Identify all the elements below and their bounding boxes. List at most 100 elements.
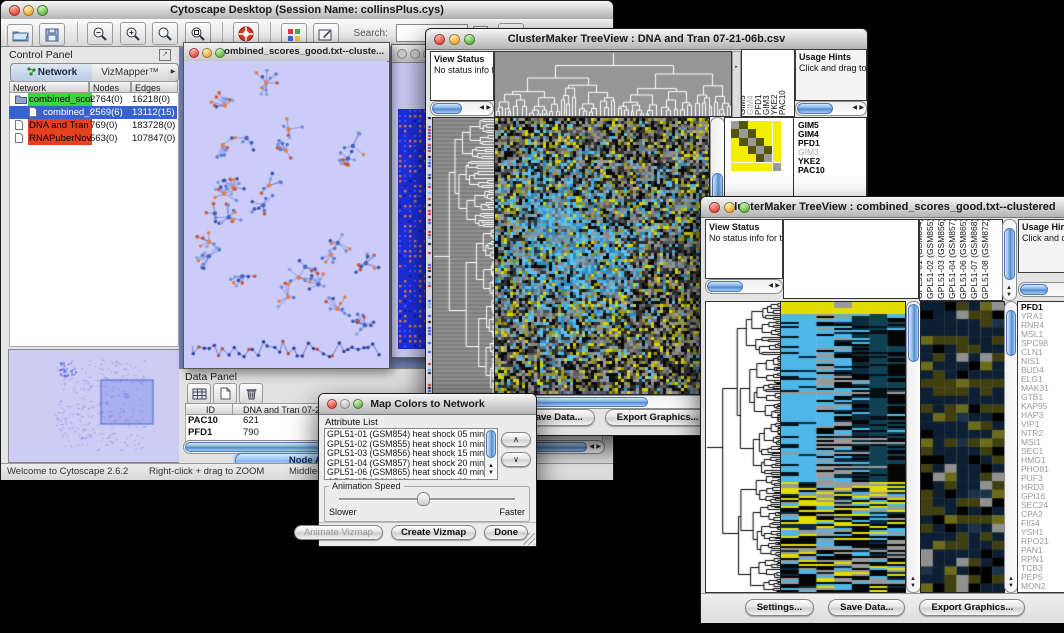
network-row[interactable]: RNAPuberNov2+563(0)107847(0) — [9, 132, 177, 145]
tab-network[interactable]: Network — [10, 63, 94, 82]
dialog-zoom-button[interactable] — [353, 399, 363, 409]
network-frame-main[interactable]: combined_scores_good.txt--cluste... — [183, 42, 390, 369]
network-row[interactable]: combined_sco2569(6)13112(15) — [9, 106, 177, 119]
frame1-title-bar[interactable]: combined_scores_good.txt--cluste... — [184, 43, 389, 62]
delete-attribute-trash-icon[interactable] — [239, 383, 263, 404]
frame2-close-icon[interactable] — [397, 49, 407, 59]
main-title-bar[interactable]: Cytoscape Desktop (Session Name: collins… — [1, 1, 613, 20]
new-attribute-icon[interactable] — [213, 383, 237, 404]
close-button[interactable] — [9, 5, 20, 16]
rotated-array-label[interactable]: GPL51-08 (GSM872) — [981, 219, 990, 299]
network-row[interactable]: combined_scores2764(0)16218(0) — [9, 93, 177, 106]
tv1-splitter[interactable]: ▸ — [732, 51, 741, 119]
rotated-array-label[interactable]: PAC10 — [778, 90, 787, 115]
data-table-id-header[interactable]: ID — [185, 403, 233, 415]
tv2-close-button[interactable] — [709, 202, 720, 213]
dialog-title-bar[interactable]: Map Colors to Network — [319, 394, 536, 415]
tv2-zoom-vscrollbar[interactable]: ▲▼ — [1004, 301, 1018, 593]
data-row-id: PAC10 — [188, 415, 218, 427]
matrix-cell — [773, 154, 781, 162]
tv2-labels-vscrollbar[interactable]: ▲▼ — [1002, 219, 1017, 301]
tv2-minimize-button[interactable] — [724, 202, 735, 213]
dialog-close-button[interactable] — [327, 399, 337, 409]
move-up-button[interactable]: ∧ — [501, 432, 531, 447]
matrix-cell — [739, 121, 747, 129]
tv2-zoomed-heatmap[interactable] — [920, 301, 1005, 593]
tv2-row-dendrogram[interactable] — [705, 301, 781, 593]
rotated-array-label[interactable]: GPL51-07 (GSM868) — [970, 219, 979, 299]
frame1-zoom-icon[interactable] — [215, 48, 225, 58]
attribute-list-item[interactable]: GPL51-07 (GSM868) heat shock 60 min — [327, 478, 482, 481]
export-graphics-button[interactable]: Export Graphics... — [605, 409, 711, 426]
zoom-in-icon[interactable] — [120, 22, 146, 45]
frame1-minimize-icon[interactable] — [202, 48, 212, 58]
rotated-array-label[interactable]: GPL51-02 (GSM855) — [926, 219, 935, 299]
tv2-hints-scrollbar[interactable]: ◀▶ — [1018, 282, 1064, 297]
dialog-minimize-button[interactable] — [340, 399, 350, 409]
done-button[interactable]: Done — [484, 525, 528, 540]
tv2-heatmap[interactable] — [780, 301, 906, 593]
network-view-canvas[interactable] — [184, 61, 387, 367]
tab-vizmapper[interactable]: VizMapper™ — [92, 63, 169, 82]
export-graphics-button[interactable]: Export Graphics... — [919, 599, 1025, 616]
matrix-cell — [731, 146, 739, 154]
birdseye-canvas[interactable] — [9, 350, 177, 460]
save-session-icon[interactable] — [39, 23, 65, 46]
tv1-heatmap[interactable] — [494, 117, 710, 395]
speed-slider-thumb[interactable] — [417, 492, 430, 506]
rotated-array-label[interactable]: GPL51-06 (GSM865) — [959, 219, 968, 299]
attribute-list-scrollbar[interactable]: ▲▼ — [484, 429, 497, 477]
network-col-header[interactable]: Nodes — [89, 81, 131, 93]
minimize-button[interactable] — [23, 5, 34, 16]
birdseye-panel[interactable] — [8, 349, 180, 463]
tv2-zoom-button[interactable] — [739, 202, 750, 213]
frame1-close-icon[interactable] — [189, 48, 199, 58]
matrix-cell — [773, 138, 781, 146]
attribute-listbox[interactable]: GPL51-01 (GSM854) heat shock 05 minGPL51… — [324, 428, 498, 480]
matrix-cell — [764, 129, 772, 137]
network-row[interactable]: DNA and Tran 07769(0)183728(0) — [9, 119, 177, 132]
tv1-view-status-box: View Status No status info for this view — [430, 51, 494, 101]
dense-network-canvas[interactable] — [398, 109, 428, 349]
tv2-heatmap-vscrollbar[interactable]: ▲▼ — [906, 301, 921, 593]
tv1-title-bar[interactable]: ClusterMaker TreeView : DNA and Tran 07-… — [426, 29, 867, 50]
tv1-close-button[interactable] — [434, 34, 445, 45]
rotated-array-label[interactable]: GPL51-04 (GSM857) — [948, 219, 957, 299]
tv1-zoom-button[interactable] — [464, 34, 475, 45]
frame2-minimize-icon[interactable] — [410, 49, 420, 59]
tv2-status-scrollbar[interactable]: ◀▶ — [705, 279, 783, 294]
control-panel-title: Control Panel — [9, 49, 73, 61]
tv1-row-dendrogram[interactable] — [432, 117, 496, 395]
float-panel-icon[interactable]: ↗ — [159, 49, 171, 61]
tv1-hints-scrollbar[interactable]: ◀▶ — [795, 101, 867, 116]
tv1-column-dendrogram[interactable] — [494, 51, 732, 117]
gene-label[interactable]: MON2 — [1019, 582, 1049, 591]
attribute-select-icon[interactable] — [187, 383, 211, 404]
tv1-view-status-text: No status info for this view — [431, 65, 493, 78]
animate-vizmap-button[interactable]: Animate Vizmap — [294, 525, 383, 540]
save-data-button[interactable]: Save Data... — [828, 599, 905, 616]
settings-button[interactable]: Settings... — [745, 599, 814, 616]
tv1-minimize-button[interactable] — [449, 34, 460, 45]
zoom-button[interactable] — [37, 5, 48, 16]
status-zoom-hint: Right-click + drag to ZOOM — [149, 466, 264, 477]
move-down-button[interactable]: ∨ — [501, 452, 531, 467]
dialog-resize-grip[interactable] — [523, 533, 535, 545]
network-col-header[interactable]: Network — [9, 81, 89, 93]
matrix-cell — [764, 154, 772, 162]
tv1-status-scrollbar[interactable]: ◀▶ — [430, 101, 494, 116]
zoom-out-icon[interactable] — [87, 22, 113, 45]
tab-overflow-arrow[interactable]: ▶ — [168, 63, 179, 82]
rotated-array-label[interactable]: GPL51-03 (GSM856) — [937, 219, 946, 299]
create-vizmap-button[interactable]: Create Vizmap — [391, 525, 476, 540]
zoom-selected-icon[interactable] — [152, 22, 178, 45]
rotated-array-label[interactable]: GPL51-01 (GSM854) — [919, 219, 924, 299]
tv2-column-dendrogram-area[interactable] — [783, 219, 919, 299]
tv1-cluster-matrix[interactable] — [731, 121, 781, 171]
gene-label[interactable]: PAC10 — [796, 166, 825, 175]
open-session-icon[interactable] — [7, 24, 33, 47]
attribute-list-label: Attribute List — [325, 417, 378, 428]
tv2-title-bar[interactable]: ClusterMaker TreeView : combined_scores_… — [701, 197, 1064, 218]
network-col-header[interactable]: Edges — [131, 81, 178, 93]
matrix-cell — [748, 121, 756, 129]
